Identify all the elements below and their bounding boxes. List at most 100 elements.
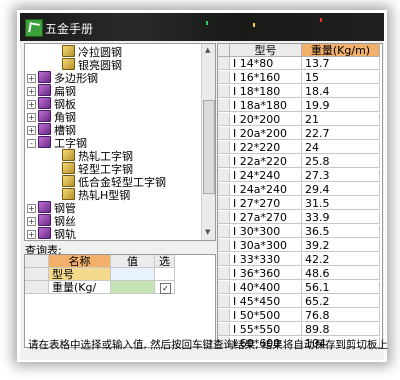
title-bar[interactable]: 五金手册: [20, 13, 384, 41]
weight-cell[interactable]: 27.3: [302, 169, 380, 182]
weight-cell[interactable]: 89.8: [302, 323, 380, 336]
weight-cell[interactable]: 76.8: [302, 309, 380, 322]
table-row[interactable]: I 24*240 27.3: [218, 169, 380, 182]
model-cell[interactable]: I 50*500: [230, 309, 302, 322]
results-table[interactable]: 型号 重量(Kg/m) I 14*80 13.7 I 16*160 15 I 18*18…: [217, 43, 383, 348]
query-table[interactable]: 名称 值 选 型号 重量(Kg/ ✓: [24, 254, 216, 348]
tree-item[interactable]: + 钢轨: [27, 227, 76, 240]
weight-cell[interactable]: 24: [302, 141, 380, 154]
collapse-icon[interactable]: -: [27, 139, 36, 148]
tree-item[interactable]: 热轧H型钢: [62, 188, 130, 202]
model-cell[interactable]: I 20a*200: [230, 127, 302, 140]
model-cell[interactable]: I 14*80: [230, 57, 302, 70]
model-cell[interactable]: I 45*450: [230, 295, 302, 308]
weight-cell[interactable]: 31.5: [302, 197, 380, 210]
expand-icon[interactable]: +: [27, 113, 36, 122]
table-row[interactable]: I 18a*180 19.9: [218, 99, 380, 112]
model-cell[interactable]: I 36*360: [230, 267, 302, 280]
model-cell[interactable]: I 30a*300: [230, 239, 302, 252]
query-row-weight-value[interactable]: [111, 281, 155, 294]
scroll-up-icon[interactable]: ▲: [205, 46, 210, 54]
expand-icon[interactable]: +: [27, 100, 36, 109]
book-icon: [62, 58, 75, 70]
tree-item[interactable]: + 槽钢: [27, 123, 76, 137]
model-cell[interactable]: I 33*330: [230, 253, 302, 266]
weight-cell[interactable]: 65.2: [302, 295, 380, 308]
model-cell[interactable]: I 22a*220: [230, 155, 302, 168]
row-marker: [218, 169, 230, 182]
table-row[interactable]: I 33*330 42.2: [218, 253, 380, 266]
tree-item[interactable]: + 扁钢: [27, 84, 76, 98]
tree-item[interactable]: + 钢丝: [27, 214, 76, 228]
table-row[interactable]: I 22a*220 25.8: [218, 155, 380, 168]
expand-icon[interactable]: +: [27, 204, 36, 213]
query-row-type-value[interactable]: [111, 268, 155, 281]
table-row[interactable]: I 22*220 24: [218, 141, 380, 154]
expand-icon[interactable]: +: [27, 126, 36, 135]
weight-cell[interactable]: 25.8: [302, 155, 380, 168]
table-row[interactable]: I 40*400 56.1: [218, 281, 380, 294]
weight-cell[interactable]: 56.1: [302, 281, 380, 294]
weight-cell[interactable]: 21: [302, 113, 380, 126]
model-cell[interactable]: I 30*300: [230, 225, 302, 238]
model-cell[interactable]: I 22*220: [230, 141, 302, 154]
tree-item[interactable]: + 钢板: [27, 97, 76, 111]
model-cell[interactable]: I 24a*240: [230, 183, 302, 196]
model-cell[interactable]: I 18a*180: [230, 99, 302, 112]
tree-item[interactable]: 轻型工字钢: [62, 162, 133, 176]
table-row[interactable]: I 18*180 18.4: [218, 85, 380, 98]
tree-item[interactable]: + 多边形钢: [27, 71, 98, 85]
weight-cell[interactable]: 15: [302, 71, 380, 84]
expand-icon[interactable]: +: [27, 87, 36, 96]
expand-icon[interactable]: +: [27, 74, 36, 83]
weight-cell[interactable]: 48.6: [302, 267, 380, 280]
weight-cell[interactable]: 13.7: [302, 57, 380, 70]
model-cell[interactable]: I 18*180: [230, 85, 302, 98]
results-header-model[interactable]: 型号: [230, 44, 302, 57]
query-row-type-select[interactable]: [155, 268, 175, 281]
table-row[interactable]: I 20*200 21: [218, 113, 380, 126]
results-header-weight[interactable]: 重量(Kg/m): [302, 44, 380, 57]
tree-item[interactable]: + 钢管: [27, 201, 76, 215]
model-cell[interactable]: I 27*270: [230, 197, 302, 210]
table-row[interactable]: I 36*360 48.6: [218, 267, 380, 280]
tree-item[interactable]: 银亮圆钢: [62, 58, 122, 72]
model-cell[interactable]: I 27a*270: [230, 211, 302, 224]
weight-select-checkbox[interactable]: ✓: [160, 283, 171, 294]
table-row[interactable]: I 30*300 36.5: [218, 225, 380, 238]
tree-item[interactable]: + 角钢: [27, 110, 76, 124]
expand-icon[interactable]: +: [27, 230, 36, 239]
scroll-down-icon[interactable]: ▼: [205, 228, 210, 236]
table-row[interactable]: I 24a*240 29.4: [218, 183, 380, 196]
tree-item[interactable]: 低合金轻型工字钢: [62, 175, 166, 189]
category-tree[interactable]: 冷拉圆钢 银亮圆钢 + 多边形钢 + 扁钢 + 钢板 + 角钢 + 槽钢 - 工字钢 热轧工字钢 轻型工字钢低…: [24, 43, 216, 241]
model-cell[interactable]: I 20*200: [230, 113, 302, 126]
weight-cell[interactable]: 39.2: [302, 239, 380, 252]
weight-cell[interactable]: 22.7: [302, 127, 380, 140]
table-row[interactable]: I 20a*200 22.7: [218, 127, 380, 140]
table-row[interactable]: I 55*550 89.8: [218, 323, 380, 336]
table-row[interactable]: I 14*80 13.7: [218, 57, 380, 70]
weight-cell[interactable]: 33.9: [302, 211, 380, 224]
weight-cell[interactable]: 18.4: [302, 85, 380, 98]
table-row[interactable]: I 30a*300 39.2: [218, 239, 380, 252]
table-row[interactable]: I 27*270 31.5: [218, 197, 380, 210]
tree-item[interactable]: 冷拉圆钢: [62, 45, 122, 59]
weight-cell[interactable]: 29.4: [302, 183, 380, 196]
table-row[interactable]: I 50*500 76.8: [218, 309, 380, 322]
expand-icon[interactable]: +: [27, 217, 36, 226]
tree-item[interactable]: 热轧工字钢: [62, 149, 133, 163]
model-cell[interactable]: I 24*240: [230, 169, 302, 182]
weight-cell[interactable]: 36.5: [302, 225, 380, 238]
scroll-thumb[interactable]: [203, 100, 215, 194]
model-cell[interactable]: I 55*550: [230, 323, 302, 336]
weight-cell[interactable]: 42.2: [302, 253, 380, 266]
tree-item[interactable]: - 工字钢: [27, 136, 87, 150]
model-cell[interactable]: I 16*160: [230, 71, 302, 84]
table-row[interactable]: I 45*450 65.2: [218, 295, 380, 308]
model-cell[interactable]: I 40*400: [230, 281, 302, 294]
tree-scrollbar[interactable]: ▲ ▼: [201, 44, 215, 240]
table-row[interactable]: I 27a*270 33.9: [218, 211, 380, 224]
weight-cell[interactable]: 19.9: [302, 99, 380, 112]
table-row[interactable]: I 16*160 15: [218, 71, 380, 84]
